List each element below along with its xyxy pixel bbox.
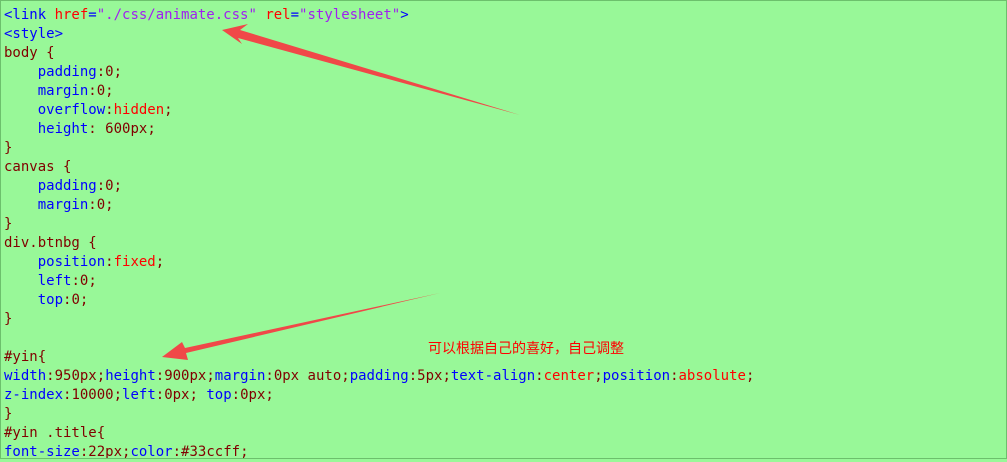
annotation-note: 可以根据自己的喜好，自己调整 xyxy=(428,341,624,357)
arrow-to-yin-icon xyxy=(162,293,440,360)
annotation-arrows xyxy=(162,24,520,360)
arrow-to-link-icon xyxy=(222,24,520,115)
